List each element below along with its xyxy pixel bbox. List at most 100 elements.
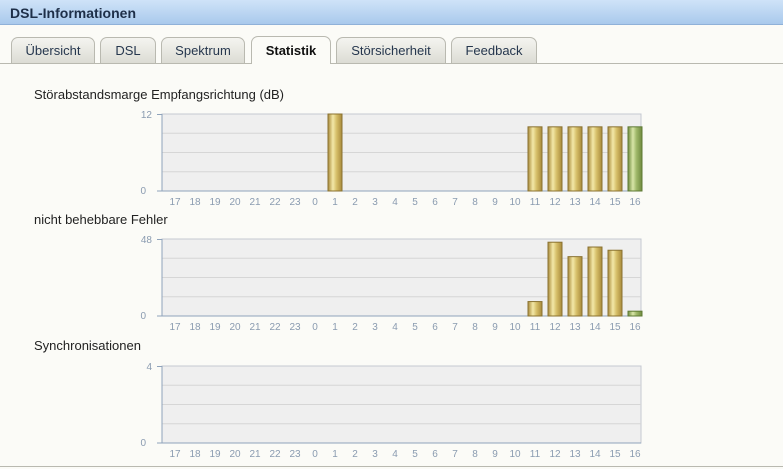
bottom-divider bbox=[0, 466, 783, 467]
window-title: DSL-Informationen bbox=[10, 5, 136, 21]
x-tick-label: 3 bbox=[372, 197, 378, 208]
y-tick-label-min: 0 bbox=[140, 311, 146, 322]
x-tick-label: 8 bbox=[472, 322, 478, 333]
window-titlebar: DSL-Informationen bbox=[0, 0, 783, 25]
x-tick-label: 16 bbox=[629, 322, 641, 333]
x-tick-label: 17 bbox=[169, 449, 181, 460]
x-tick-label: 20 bbox=[229, 197, 241, 208]
x-tick-label: 8 bbox=[472, 449, 478, 460]
x-tick-label: 19 bbox=[209, 197, 221, 208]
x-tick-label: 6 bbox=[432, 197, 438, 208]
tab-bar: Übersicht DSL Spektrum Statistik Störsic… bbox=[0, 36, 783, 64]
x-tick-label: 2 bbox=[352, 197, 358, 208]
bar bbox=[627, 310, 643, 317]
x-tick-label: 11 bbox=[530, 322, 541, 333]
x-tick-label: 10 bbox=[509, 322, 521, 333]
tab-label: Statistik bbox=[265, 43, 317, 58]
x-tick-label: 20 bbox=[229, 449, 241, 460]
x-tick-label: 22 bbox=[269, 449, 281, 460]
x-tick-label: 7 bbox=[452, 322, 458, 333]
x-tick-label: 15 bbox=[609, 322, 621, 333]
x-tick-label: 1 bbox=[332, 449, 338, 460]
x-tick-label: 9 bbox=[492, 197, 498, 208]
x-tick-label: 18 bbox=[189, 197, 201, 208]
y-tick-label-max: 12 bbox=[141, 110, 153, 121]
x-tick-label: 23 bbox=[289, 197, 301, 208]
bar bbox=[587, 126, 603, 192]
x-tick-label: 9 bbox=[492, 322, 498, 333]
x-tick-label: 13 bbox=[569, 322, 581, 333]
x-tick-label: 12 bbox=[549, 197, 561, 208]
x-tick-label: 11 bbox=[530, 197, 541, 208]
x-tick-label: 15 bbox=[609, 449, 621, 460]
x-tick-label: 8 bbox=[472, 197, 478, 208]
x-tick-label: 7 bbox=[452, 449, 458, 460]
tab-statistik[interactable]: Statistik bbox=[251, 36, 331, 64]
x-tick-label: 10 bbox=[509, 197, 521, 208]
tab-uebersicht[interactable]: Übersicht bbox=[11, 37, 95, 63]
x-tick-label: 4 bbox=[392, 197, 398, 208]
x-tick-label: 10 bbox=[509, 449, 521, 460]
tab-spektrum[interactable]: Spektrum bbox=[161, 37, 245, 63]
x-tick-label: 7 bbox=[452, 197, 458, 208]
y-tick-label-max: 4 bbox=[146, 362, 152, 373]
tab-stoersicherheit[interactable]: Störsicherheit bbox=[336, 37, 446, 63]
x-tick-label: 12 bbox=[549, 449, 561, 460]
x-tick-label: 23 bbox=[289, 322, 301, 333]
chart-uncorrectable-errors: 48017 18 19 20 21 22 23 0 1 2 3 4 5 6 7 8 9 10 11 12 13 14 15 1… bbox=[140, 235, 643, 333]
x-tick-label: 5 bbox=[412, 449, 418, 460]
x-tick-label: 18 bbox=[189, 449, 201, 460]
x-tick-label: 1 bbox=[332, 197, 338, 208]
x-tick-label: 4 bbox=[392, 322, 398, 333]
y-tick-label-min: 0 bbox=[140, 438, 146, 449]
x-tick-label: 16 bbox=[629, 197, 641, 208]
chart-synchronisations: 4017 18 19 20 21 22 23 0 1 2 3 4 5 6 7 8 9 10 11 12 13 14 15 16 bbox=[140, 362, 642, 460]
x-tick-label: 9 bbox=[492, 449, 498, 460]
x-tick-label: 12 bbox=[549, 322, 561, 333]
tab-label: Übersicht bbox=[25, 43, 81, 58]
x-tick-label: 14 bbox=[589, 449, 601, 460]
chart-title-synchronisations: Synchronisationen bbox=[34, 338, 141, 353]
x-tick-label: 0 bbox=[312, 197, 318, 208]
y-tick-label-min: 0 bbox=[140, 186, 146, 197]
tab-label: DSL bbox=[115, 43, 141, 58]
x-tick-label: 13 bbox=[569, 449, 581, 460]
bar bbox=[607, 126, 623, 192]
x-tick-label: 3 bbox=[372, 322, 378, 333]
tab-label: Spektrum bbox=[175, 43, 231, 58]
bar bbox=[607, 249, 623, 317]
bar bbox=[627, 126, 643, 192]
x-tick-label: 15 bbox=[609, 197, 621, 208]
x-tick-label: 17 bbox=[169, 322, 181, 333]
bar bbox=[547, 241, 563, 317]
x-tick-label: 21 bbox=[249, 322, 261, 333]
y-tick-label-max: 48 bbox=[141, 235, 153, 246]
tab-dsl[interactable]: DSL bbox=[100, 37, 156, 63]
x-tick-label: 21 bbox=[249, 449, 261, 460]
x-tick-label: 11 bbox=[530, 449, 541, 460]
x-tick-label: 6 bbox=[432, 322, 438, 333]
x-tick-label: 19 bbox=[209, 322, 221, 333]
x-tick-label: 6 bbox=[432, 449, 438, 460]
chart-title-snr-margin: Störabstandsmarge Empfangsrichtung (dB) bbox=[34, 87, 285, 102]
x-tick-label: 0 bbox=[312, 322, 318, 333]
chart-title-uncorrectable-errors: nicht behebbare Fehler bbox=[34, 212, 168, 227]
tab-label: Störsicherheit bbox=[351, 43, 431, 58]
x-tick-label: 17 bbox=[169, 197, 181, 208]
x-tick-label: 1 bbox=[332, 322, 338, 333]
tab-feedback[interactable]: Feedback bbox=[451, 37, 537, 63]
x-tick-label: 2 bbox=[352, 449, 358, 460]
bar bbox=[547, 126, 563, 192]
x-tick-label: 21 bbox=[249, 197, 261, 208]
x-tick-label: 14 bbox=[589, 322, 601, 333]
x-tick-label: 19 bbox=[209, 449, 221, 460]
bar bbox=[527, 301, 543, 317]
x-tick-label: 13 bbox=[569, 197, 581, 208]
x-tick-label: 5 bbox=[412, 322, 418, 333]
x-tick-label: 3 bbox=[372, 449, 378, 460]
bar bbox=[327, 113, 343, 192]
x-tick-label: 2 bbox=[352, 322, 358, 333]
bar bbox=[527, 126, 543, 192]
bar bbox=[587, 246, 603, 317]
bar bbox=[567, 126, 583, 192]
